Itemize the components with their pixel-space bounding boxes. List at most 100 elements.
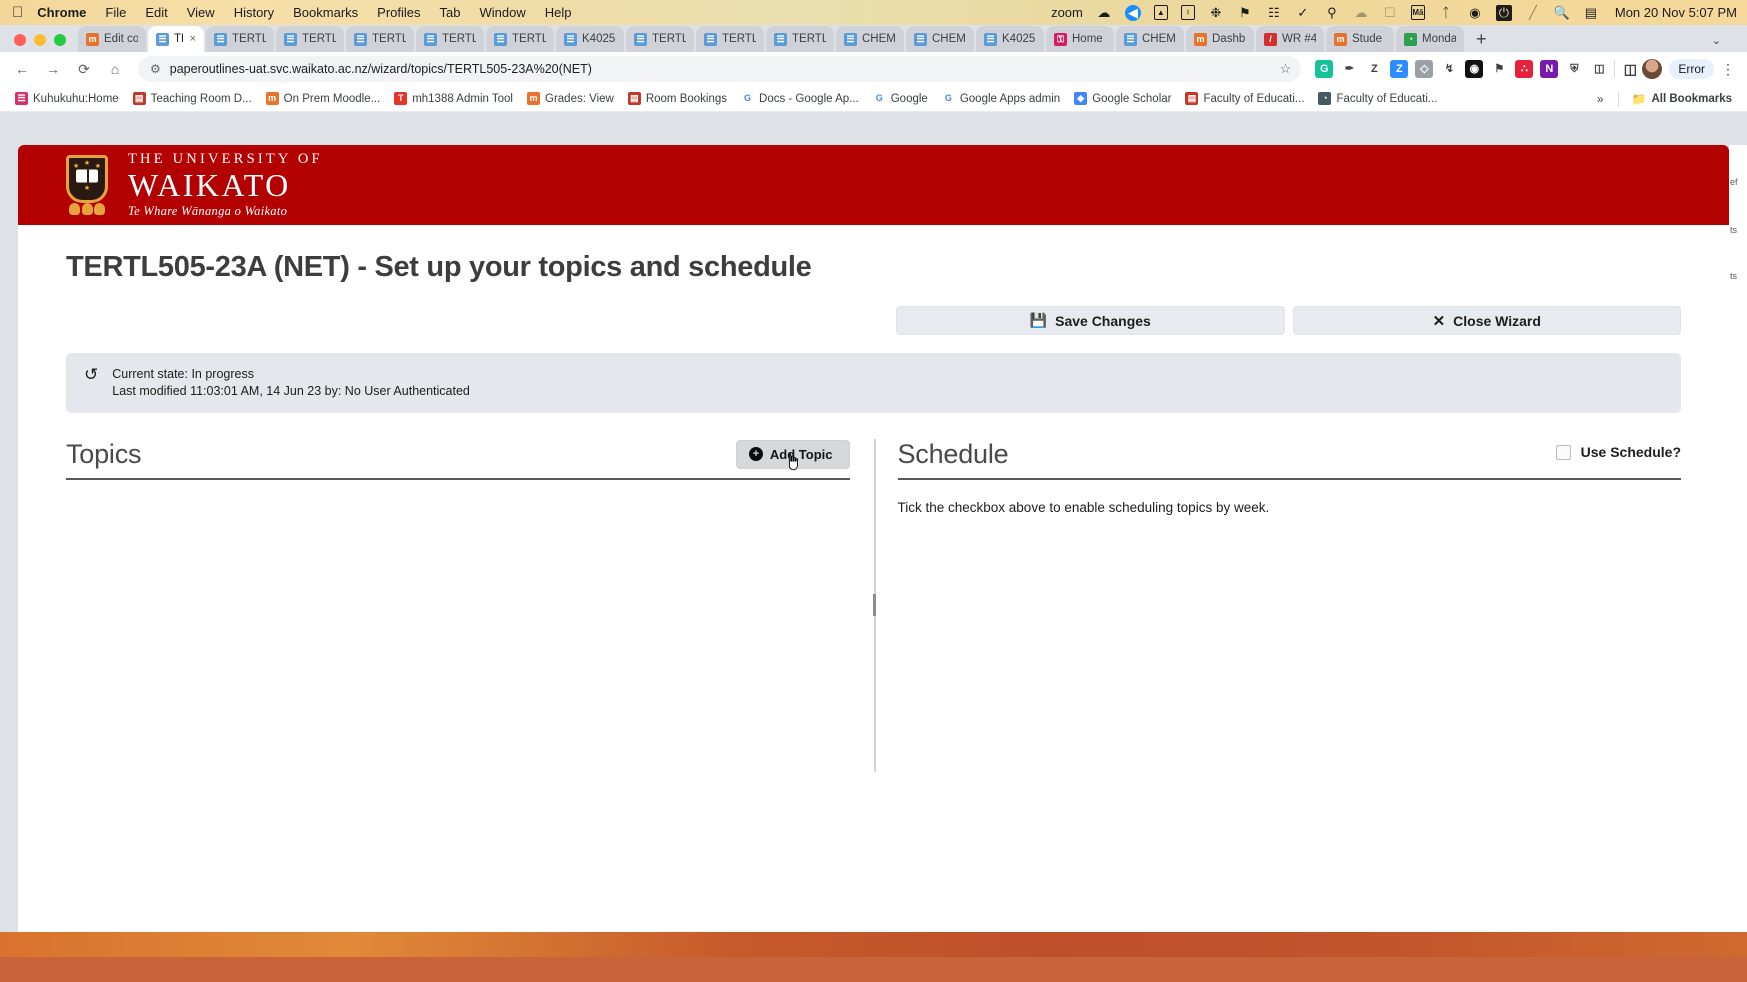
menu-item-tab[interactable]: Tab xyxy=(440,5,461,20)
browser-tab[interactable]: /WR #4 xyxy=(1256,26,1324,52)
browser-tab[interactable]: ☰TERTL xyxy=(486,26,554,52)
close-wizard-button[interactable]: ✕ Close Wizard xyxy=(1293,306,1682,335)
bookmark-item[interactable]: Tmh1388 Admin Tool xyxy=(387,90,520,107)
bookmark-star-icon[interactable]: ☆ xyxy=(1280,61,1292,77)
bookmark-item[interactable]: ◆Google Scholar xyxy=(1067,90,1178,107)
bookmarks-overflow-button[interactable]: » xyxy=(1589,92,1612,106)
notion-clipper-extension[interactable]: ⚑ xyxy=(1490,60,1508,78)
airplay-icon[interactable]: ╱ xyxy=(1525,5,1541,21)
browser-tab[interactable]: ☰TERTL xyxy=(416,26,484,52)
home-button[interactable]: ⌂ xyxy=(101,55,129,83)
browser-tab[interactable]: mStude xyxy=(1326,26,1394,52)
spotlight-search-icon[interactable]: 🔍 xyxy=(1554,5,1570,21)
menu-item-window[interactable]: Window xyxy=(480,5,526,20)
bookmark-item[interactable]: ▤Room Bookings xyxy=(621,90,734,107)
reload-button[interactable]: ⟳ xyxy=(70,55,98,83)
vpn-icon[interactable]: ⚑ xyxy=(1237,5,1253,21)
keyboard-input-icon[interactable]: Mā xyxy=(1411,5,1425,20)
bookmark-item[interactable]: GDocs - Google Ap... xyxy=(734,90,866,107)
all-bookmarks-button[interactable]: 📁 All Bookmarks xyxy=(1625,90,1739,108)
appletv-icon[interactable]: ▲ xyxy=(1154,5,1168,20)
mural-extension[interactable]: ∴ xyxy=(1515,60,1533,78)
wifi-icon[interactable]: ☁ xyxy=(1353,5,1369,21)
menu-item-bookmarks[interactable]: Bookmarks xyxy=(293,5,358,20)
grammarly-icon[interactable]: ☷ xyxy=(1266,5,1282,21)
browser-tab[interactable]: mDashb xyxy=(1186,26,1254,52)
address-bar[interactable]: ⚙ paperoutlines-uat.svc.waikato.ac.nz/wi… xyxy=(138,56,1301,82)
browser-tab[interactable]: ☰CHEM xyxy=(1116,26,1184,52)
display-icon[interactable]: ☐ xyxy=(1382,5,1398,21)
tag-extension[interactable]: ◇ xyxy=(1415,60,1433,78)
site-settings-icon[interactable]: ⚙ xyxy=(150,62,161,76)
battery-icon[interactable]: ⏻ xyxy=(1496,5,1512,21)
close-tab-icon[interactable]: × xyxy=(190,33,196,45)
sidepanel-button[interactable]: ◫ xyxy=(1590,60,1608,78)
browser-tab[interactable]: ☰CHEM xyxy=(836,26,904,52)
browser-tab[interactable]: ☰TERTL xyxy=(766,26,834,52)
profile-avatar[interactable] xyxy=(1642,59,1662,79)
browser-tab[interactable]: ☰TE× xyxy=(148,26,204,52)
browser-tab[interactable]: ☰K4025 xyxy=(556,26,624,52)
chrome-menu-button[interactable]: ⋮ xyxy=(1717,61,1739,78)
menu-item-chrome[interactable]: Chrome xyxy=(37,5,86,20)
column-resize-handle[interactable] xyxy=(873,594,876,616)
mendeley-extension[interactable]: ✒ xyxy=(1340,60,1358,78)
bookmark-item[interactable]: ▤Faculty of Educati... xyxy=(1178,90,1311,107)
bookmark-item[interactable]: ▤Teaching Room D... xyxy=(126,90,259,107)
minimize-window-button[interactable] xyxy=(34,34,46,46)
zoom-app-menu-label[interactable]: zoom xyxy=(1051,5,1083,20)
new-tab-button[interactable]: + xyxy=(1466,30,1497,52)
browser-tab[interactable]: ☰TERTL xyxy=(206,26,274,52)
menubar-clock[interactable]: Mon 20 Nov 5:07 PM xyxy=(1615,5,1737,20)
bookmark-item[interactable]: ◔Faculty of Educati... xyxy=(1311,90,1444,107)
check-circle-icon[interactable]: ✓ xyxy=(1295,5,1311,21)
screenshot-icon[interactable]: ☿ xyxy=(1181,5,1195,20)
use-schedule-toggle[interactable]: Use Schedule? xyxy=(1556,444,1681,464)
browser-tab[interactable]: ☰K4025 xyxy=(976,26,1044,52)
browser-tab[interactable]: ☰CHEM xyxy=(906,26,974,52)
close-window-button[interactable] xyxy=(14,34,26,46)
error-badge[interactable]: Error xyxy=(1669,59,1714,79)
zoom-status-icon[interactable]: ⚲ xyxy=(1324,5,1340,21)
bookmark-item[interactable]: mGrades: View xyxy=(520,90,621,107)
bookmark-item[interactable]: GGoogle Apps admin xyxy=(935,90,1067,107)
chevron-down-icon[interactable]: ⌄ xyxy=(1712,34,1721,47)
webex-icon[interactable]: ❉ xyxy=(1208,5,1224,21)
menu-item-file[interactable]: File xyxy=(105,5,126,20)
back-button[interactable]: ← xyxy=(8,55,36,83)
browser-tab[interactable]: ☰TERTL xyxy=(696,26,764,52)
use-schedule-checkbox[interactable] xyxy=(1556,445,1571,460)
menu-item-history[interactable]: History xyxy=(234,5,274,20)
bookmark-item[interactable]: ☰Kuhukuhu:Home xyxy=(8,90,126,107)
browser-tab[interactable]: mEdit co xyxy=(78,26,146,52)
onenote-extension[interactable]: N xyxy=(1540,60,1558,78)
save-changes-button[interactable]: 💾 Save Changes xyxy=(896,306,1285,335)
hypothesis-extension[interactable]: ↯ xyxy=(1440,60,1458,78)
menu-item-edit[interactable]: Edit xyxy=(145,5,167,20)
browser-tab[interactable]: ☰TERTL xyxy=(276,26,344,52)
menu-item-view[interactable]: View xyxy=(187,5,215,20)
menu-item-profiles[interactable]: Profiles xyxy=(377,5,420,20)
add-topic-button[interactable]: + Add Topic xyxy=(736,440,850,469)
zoom-extension[interactable]: Z xyxy=(1390,60,1408,78)
browser-tab[interactable]: ◔Monda xyxy=(1396,26,1464,52)
bookmark-item[interactable]: mOn Prem Moodle... xyxy=(259,90,388,107)
grammarly-extension[interactable]: G xyxy=(1315,60,1333,78)
menu-extras-icon[interactable]: ▤ xyxy=(1583,5,1599,21)
menu-item-help[interactable]: Help xyxy=(545,5,572,20)
browser-tab[interactable]: ☰TERTL xyxy=(626,26,694,52)
browser-tab[interactable]: ☰TERTL xyxy=(346,26,414,52)
browser-tab[interactable]: ⚿Home xyxy=(1046,26,1114,52)
side-panel-icon[interactable]: ◫ xyxy=(1621,60,1639,78)
control-center-icon[interactable]: ◉ xyxy=(1467,5,1483,21)
bookmark-item[interactable]: GGoogle xyxy=(866,90,935,107)
colorpicker-extension[interactable]: ◉ xyxy=(1465,60,1483,78)
ublock-extension[interactable]: ⛨ xyxy=(1565,60,1583,78)
dropbox-icon[interactable]: ☁ xyxy=(1096,5,1112,21)
forward-button[interactable]: → xyxy=(39,55,67,83)
zotero-extension[interactable]: Z xyxy=(1365,60,1383,78)
apple-logo-icon[interactable]:  xyxy=(12,5,23,20)
maximize-window-button[interactable] xyxy=(54,34,66,46)
bluetooth-icon[interactable]: ᛏ xyxy=(1438,5,1454,21)
address-bar-url[interactable]: paperoutlines-uat.svc.waikato.ac.nz/wiza… xyxy=(170,62,1271,76)
